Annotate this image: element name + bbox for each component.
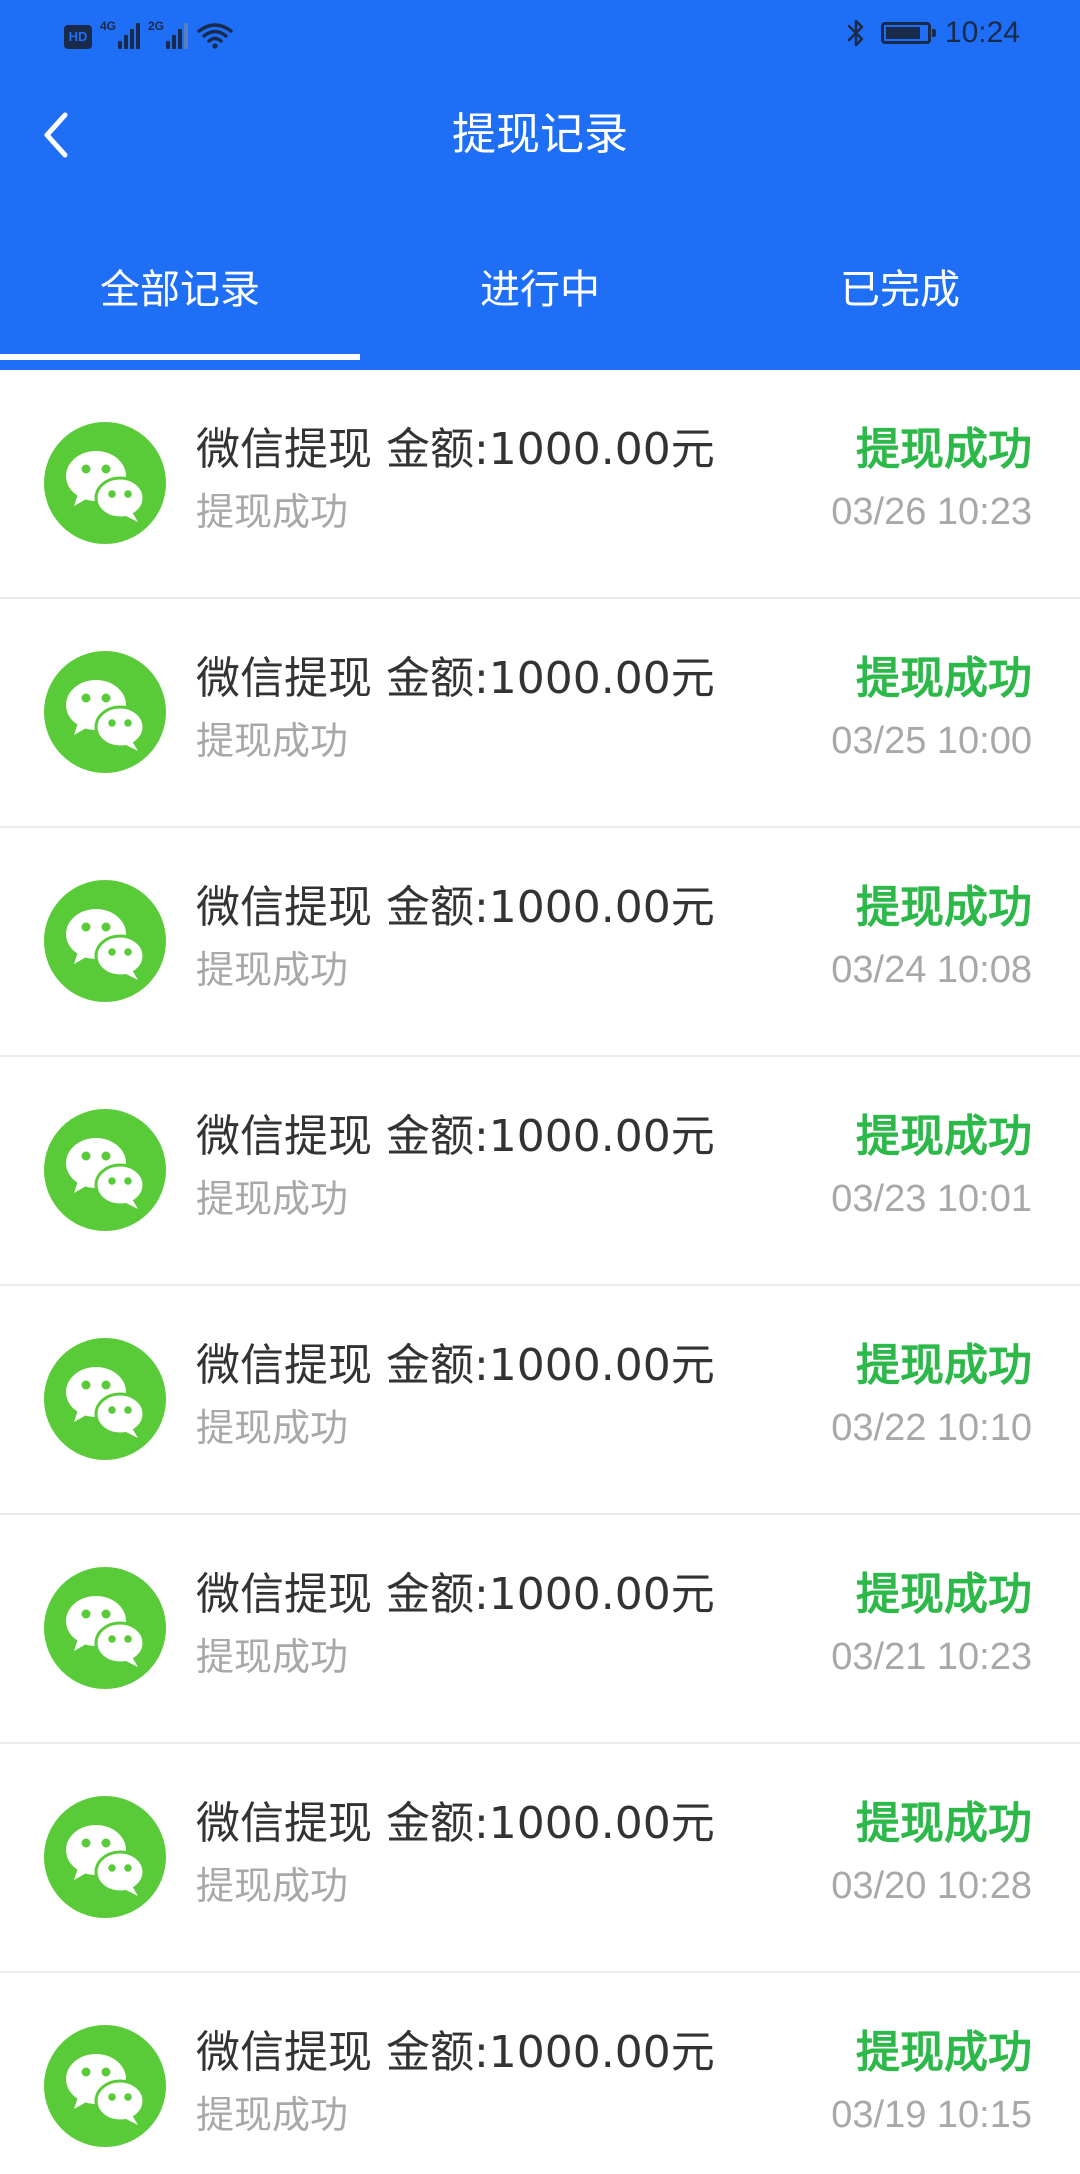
record-subtitle: 提现成功 [196, 719, 349, 763]
record-status: 提现成功 [856, 424, 1032, 475]
record-status: 提现成功 [856, 1569, 1032, 1620]
record-subtitle: 提现成功 [196, 490, 349, 534]
record-status: 提现成功 [856, 653, 1032, 704]
record-status: 提现成功 [856, 1111, 1032, 1162]
record-time: 03/22 10:10 [831, 1407, 1032, 1449]
screen: HD 4G 2G 10:24 提现记录 全部记录 进行中 已完成 微信提现 金额… [0, 0, 1080, 2174]
wechat-icon [44, 1567, 166, 1689]
record-title: 微信提现 金额:1000.00元 [196, 1798, 715, 1849]
record-status: 提现成功 [856, 1340, 1032, 1391]
tab-label: 全部记录 [100, 267, 260, 313]
record-subtitle: 提现成功 [196, 1864, 349, 1908]
record-time: 03/24 10:08 [831, 949, 1032, 991]
record-title: 微信提现 金额:1000.00元 [196, 882, 715, 933]
wechat-icon [44, 1796, 166, 1918]
record-item[interactable]: 微信提现 金额:1000.00元 提现成功 提现成功 03/21 10:23 [0, 1515, 1080, 1744]
header: HD 4G 2G 10:24 提现记录 全部记录 进行中 已完成 [0, 0, 1080, 370]
record-time: 03/19 10:15 [831, 2094, 1032, 2136]
tab-label: 已完成 [840, 267, 960, 313]
status-bar: HD 4G 2G 10:24 [0, 0, 1080, 66]
record-status: 提现成功 [856, 1798, 1032, 1849]
record-time: 03/26 10:23 [831, 491, 1032, 533]
status-right: 10:24 [845, 14, 1020, 52]
signal-2g-label: 2G [148, 19, 165, 33]
record-title: 微信提现 金额:1000.00元 [196, 2027, 715, 2078]
chevron-left-icon [44, 112, 68, 158]
wechat-icon [44, 1109, 166, 1231]
record-time: 03/20 10:28 [831, 1865, 1032, 1907]
record-status: 提现成功 [856, 2027, 1032, 2078]
signal-2g-icon: 2G [148, 19, 188, 49]
tab-label: 进行中 [480, 267, 600, 313]
record-item[interactable]: 微信提现 金额:1000.00元 提现成功 提现成功 03/24 10:08 [0, 828, 1080, 1057]
wechat-icon [44, 422, 166, 544]
wechat-icon [44, 1338, 166, 1460]
record-subtitle: 提现成功 [196, 2093, 349, 2137]
signal-4g-label: 4G [100, 19, 117, 33]
record-item[interactable]: 微信提现 金额:1000.00元 提现成功 提现成功 03/22 10:10 [0, 1286, 1080, 1515]
record-title: 微信提现 金额:1000.00元 [196, 1111, 715, 1162]
tab-bar: 全部记录 进行中 已完成 [0, 250, 1080, 370]
tab-all-records[interactable]: 全部记录 [0, 250, 360, 370]
wechat-icon [44, 651, 166, 773]
tab-completed[interactable]: 已完成 [720, 250, 1080, 370]
status-time: 10:24 [944, 16, 1020, 49]
record-item[interactable]: 微信提现 金额:1000.00元 提现成功 提现成功 03/20 10:28 [0, 1744, 1080, 1973]
record-time: 03/23 10:01 [831, 1178, 1032, 1220]
record-subtitle: 提现成功 [196, 1177, 349, 1221]
wifi-icon [197, 23, 233, 49]
status-left: HD 4G 2G [64, 17, 234, 49]
page-title: 提现记录 [452, 109, 628, 160]
record-item[interactable]: 微信提现 金额:1000.00元 提现成功 提现成功 03/19 10:15 [0, 1973, 1080, 2174]
record-title: 微信提现 金额:1000.00元 [196, 424, 715, 475]
wechat-icon [44, 880, 166, 1002]
record-subtitle: 提现成功 [196, 1406, 349, 1450]
tab-in-progress[interactable]: 进行中 [360, 250, 720, 370]
record-title: 微信提现 金额:1000.00元 [196, 1569, 715, 1620]
hd-icon: HD [64, 25, 92, 49]
record-subtitle: 提现成功 [196, 1635, 349, 1679]
battery-icon [880, 22, 936, 44]
wechat-icon [44, 2025, 166, 2147]
record-title: 微信提现 金额:1000.00元 [196, 653, 715, 704]
back-button[interactable] [26, 100, 86, 170]
record-status: 提现成功 [856, 882, 1032, 933]
record-time: 03/25 10:00 [831, 720, 1032, 762]
record-time: 03/21 10:23 [831, 1636, 1032, 1678]
record-title: 微信提现 金额:1000.00元 [196, 1340, 715, 1391]
record-item[interactable]: 微信提现 金额:1000.00元 提现成功 提现成功 03/23 10:01 [0, 1057, 1080, 1286]
record-subtitle: 提现成功 [196, 948, 349, 992]
bluetooth-icon [847, 19, 864, 47]
signal-4g-icon: 4G [100, 19, 140, 49]
record-item[interactable]: 微信提现 金额:1000.00元 提现成功 提现成功 03/26 10:23 [0, 370, 1080, 599]
record-list: 微信提现 金额:1000.00元 提现成功 提现成功 03/26 10:23 微… [0, 370, 1080, 2174]
record-item[interactable]: 微信提现 金额:1000.00元 提现成功 提现成功 03/25 10:00 [0, 599, 1080, 828]
